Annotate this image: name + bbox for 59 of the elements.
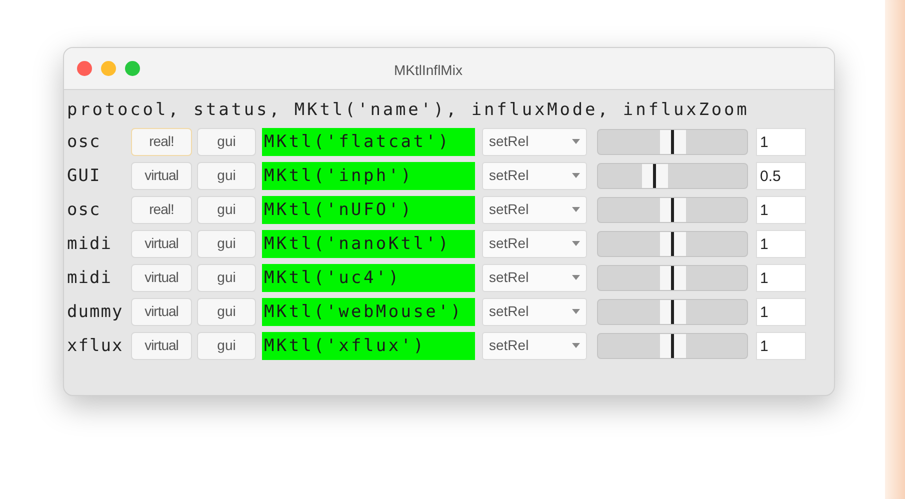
zoom-field[interactable]: 1	[756, 230, 806, 258]
zoom-field[interactable]: 1	[756, 298, 806, 326]
status-button[interactable]: real!	[131, 196, 192, 224]
slider-thumb[interactable]	[660, 300, 686, 324]
caret-icon	[572, 241, 580, 246]
gui-button[interactable]: gui	[197, 230, 256, 258]
caret-icon	[572, 309, 580, 314]
slider-thumb[interactable]	[660, 130, 686, 154]
name-field: MKtl('flatcat')	[262, 128, 475, 156]
name-field: MKtl('xflux')	[262, 332, 475, 360]
status-button[interactable]: virtual	[131, 298, 192, 326]
slider-thumb[interactable]	[660, 232, 686, 256]
name-field: MKtl('nUFO')	[262, 196, 475, 224]
gui-button[interactable]: gui	[197, 264, 256, 292]
caret-icon	[572, 343, 580, 348]
gui-button[interactable]: gui	[197, 298, 256, 326]
protocol-label: GUI	[67, 164, 102, 188]
zoom-field[interactable]: 1	[756, 332, 806, 360]
mode-dropdown[interactable]: setRel	[482, 128, 587, 156]
slider-thumb[interactable]	[642, 164, 668, 188]
gui-button[interactable]: gui	[197, 332, 256, 360]
status-button[interactable]: virtual	[131, 264, 192, 292]
zoom-field[interactable]: 1	[756, 196, 806, 224]
protocol-label: xflux	[67, 334, 124, 358]
status-button[interactable]: virtual	[131, 230, 192, 258]
mode-dropdown[interactable]: setRel	[482, 264, 587, 292]
caret-icon	[572, 207, 580, 212]
protocol-label: dummy	[67, 300, 124, 324]
gui-button[interactable]: gui	[197, 128, 256, 156]
status-button[interactable]: virtual	[131, 162, 192, 190]
slider-thumb[interactable]	[660, 266, 686, 290]
caret-icon	[572, 275, 580, 280]
name-field: MKtl('webMouse')	[262, 298, 475, 326]
mode-dropdown[interactable]: setRel	[482, 196, 587, 224]
protocol-label: osc	[67, 130, 102, 154]
zoom-field[interactable]: 1	[756, 264, 806, 292]
zoom-field[interactable]: 1	[756, 128, 806, 156]
gui-button[interactable]: gui	[197, 162, 256, 190]
status-button[interactable]: real!	[131, 128, 192, 156]
mode-dropdown[interactable]: setRel	[482, 298, 587, 326]
mode-dropdown[interactable]: setRel	[482, 230, 587, 258]
window-title: MKtlInflMix	[394, 61, 462, 80]
zoom-field[interactable]: 0.5	[756, 162, 806, 190]
slider-thumb[interactable]	[660, 198, 686, 222]
column-header: protocol, status, MKtl('name'), influxMode, influxZoom	[67, 99, 750, 122]
caret-icon	[572, 139, 580, 144]
mode-dropdown[interactable]: setRel	[482, 332, 587, 360]
protocol-label: midi	[67, 232, 113, 256]
protocol-label: osc	[67, 198, 102, 222]
status-button[interactable]: virtual	[131, 332, 192, 360]
caret-icon	[572, 173, 580, 178]
mode-dropdown[interactable]: setRel	[482, 162, 587, 190]
name-field: MKtl('inph')	[262, 162, 475, 190]
slider-thumb[interactable]	[660, 334, 686, 358]
protocol-label: midi	[67, 266, 113, 290]
name-field: MKtl('nanoKtl')	[262, 230, 475, 258]
gui-button[interactable]: gui	[197, 196, 256, 224]
close-button[interactable]	[77, 61, 92, 76]
name-field: MKtl('uc4')	[262, 264, 475, 292]
